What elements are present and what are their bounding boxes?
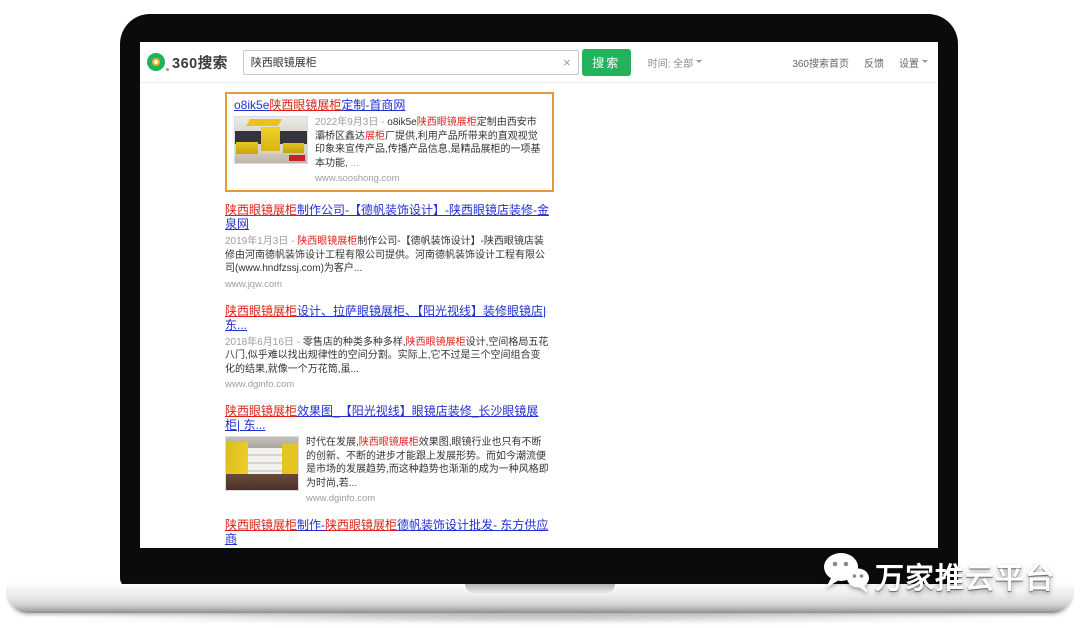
- thumbnail-shape: [261, 127, 280, 151]
- clear-icon[interactable]: ×: [563, 56, 571, 69]
- thumbnail-shape: [236, 142, 258, 154]
- search-results-list: o8ik5e陕西眼镜展柜定制-首商网 2022年9月3日 - o8ik5e陕西眼…: [140, 83, 565, 548]
- result-url: www.sooshong.com: [315, 173, 545, 184]
- search-result: 陕西眼镜展柜效果图_【阳光视线】眼镜店装修_长沙眼镜展柜| 东... 时代在发展…: [225, 404, 550, 504]
- watermark: 万家推云平台: [822, 551, 1055, 600]
- 360-logo-dot-icon: [166, 68, 169, 71]
- thumbnail-shape: [248, 448, 283, 475]
- result-title-link[interactable]: 陕西眼镜展柜效果图_【阳光视线】眼镜店装修_长沙眼镜展柜| 东...: [225, 404, 550, 432]
- thumbnail-shape: [246, 119, 282, 126]
- 360-search-logo[interactable]: 360搜索: [147, 52, 228, 73]
- laptop-shadow: [40, 612, 1040, 623]
- result-url: www.jqw.com: [225, 279, 550, 290]
- chevron-down-icon: [922, 60, 928, 66]
- search-input[interactable]: [251, 56, 563, 68]
- wechat-icon: [822, 551, 870, 600]
- feedback-link[interactable]: 反馈: [864, 55, 884, 70]
- result-thumbnail[interactable]: [225, 436, 299, 491]
- result-title-link[interactable]: o8ik5e陕西眼镜展柜定制-首商网: [234, 98, 545, 112]
- time-filter-value: 全部: [673, 59, 693, 70]
- search-result: 陕西眼镜展柜设计、拉萨眼镜展柜、【阳光视线】装修眼镜店| 东... 2018年6…: [225, 304, 550, 391]
- browser-screen: 360搜索 × 搜索 时间: 全部 360搜索首页 反馈 设置 o8ik5e陕西…: [140, 42, 938, 548]
- search-topbar: 360搜索 × 搜索 时间: 全部 360搜索首页 反馈 设置: [140, 42, 938, 83]
- watermark-text: 万家推云平台: [875, 555, 1055, 597]
- 360-logo-ring-icon: [147, 53, 165, 71]
- settings-dropdown[interactable]: 设置: [899, 55, 928, 70]
- highlighted-result-box: o8ik5e陕西眼镜展柜定制-首商网 2022年9月3日 - o8ik5e陕西眼…: [225, 92, 554, 192]
- result-description: 2019年1月3日 - 陕西眼镜展柜制作公司-【德帆装饰设计】-陕西眼镜店装修由…: [225, 235, 550, 276]
- result-description: 时代在发展,陕西眼镜展柜效果图,眼镜行业也只有不断的创新、不断的进步才能跟上发展…: [306, 436, 550, 490]
- home-link[interactable]: 360搜索首页: [792, 55, 849, 70]
- result-title-link[interactable]: 陕西眼镜展柜制作-陕西眼镜展柜德帆装饰设计批发- 东方供应商: [225, 518, 550, 546]
- 360-logo-text: 360搜索: [172, 52, 228, 73]
- thumbnail-shape: [282, 443, 298, 476]
- search-box[interactable]: ×: [243, 50, 579, 75]
- chevron-down-icon: [696, 60, 702, 66]
- result-thumbnail[interactable]: [234, 116, 308, 164]
- result-description: 2022年9月3日 - o8ik5e陕西眼镜展柜定制由西安市灞桥区鑫达展柜厂提供…: [315, 116, 545, 170]
- result-description: 2018年6月16日 - 零售店的种类多种多样,陕西眼镜展柜设计,空间格局五花八…: [225, 336, 550, 377]
- thumbnail-shape: [226, 442, 248, 476]
- thumbnail-shape: [226, 474, 298, 490]
- result-title-link[interactable]: 陕西眼镜展柜设计、拉萨眼镜展柜、【阳光视线】装修眼镜店| 东...: [225, 304, 550, 332]
- laptop-hinge-notch: [465, 584, 615, 593]
- settings-label: 设置: [899, 59, 919, 70]
- result-url: www.dginfo.com: [225, 379, 550, 390]
- search-result: 陕西眼镜展柜制作-陕西眼镜展柜德帆装饰设计批发- 东方供应商 2019年1月4日…: [225, 518, 550, 548]
- search-result: 陕西眼镜展柜制作公司-【德帆装饰设计】-陕西眼镜店装修-金泉网 2019年1月3…: [225, 203, 550, 290]
- thumbnail-watermark: [289, 155, 305, 161]
- topbar-links: 360搜索首页 反馈 设置: [792, 55, 928, 70]
- result-url: www.dginfo.com: [306, 493, 550, 504]
- thumbnail-shape: [283, 143, 305, 153]
- time-filter-label: 时间:: [648, 59, 671, 70]
- search-button[interactable]: 搜索: [582, 49, 631, 76]
- time-filter-dropdown[interactable]: 时间: 全部: [648, 55, 703, 70]
- result-title-link[interactable]: 陕西眼镜展柜制作公司-【德帆装饰设计】-陕西眼镜店装修-金泉网: [225, 203, 550, 231]
